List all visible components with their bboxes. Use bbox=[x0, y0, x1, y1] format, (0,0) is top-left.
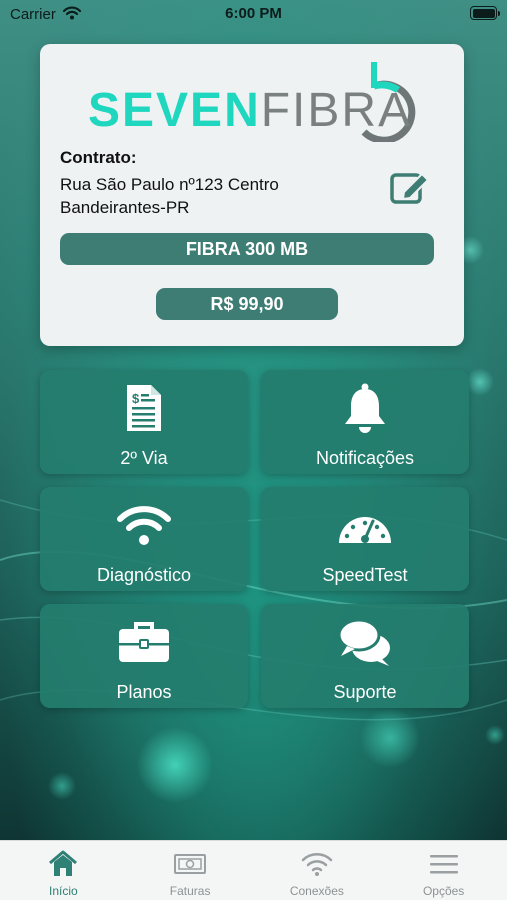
bell-icon bbox=[345, 383, 385, 433]
logo-text-seven: SEVEN bbox=[88, 84, 261, 137]
wifi-icon bbox=[301, 853, 333, 876]
contract-card: SEVENFIBRA Contrato: Rua São Paulo nº123… bbox=[40, 44, 464, 346]
contract-label: Contrato: bbox=[60, 148, 137, 167]
tile-label: Notificações bbox=[315, 448, 415, 468]
edit-icon bbox=[390, 172, 430, 204]
plans-tile[interactable]: Planos bbox=[40, 604, 248, 708]
status-time: 6:00 PM bbox=[225, 5, 282, 22]
tile-label: SpeedTest bbox=[322, 565, 408, 585]
speedometer-icon bbox=[339, 517, 391, 543]
tab-opcoes[interactable]: Opções bbox=[380, 841, 507, 900]
tab-label: Início bbox=[49, 884, 78, 898]
contract-address-line2: Bandeirantes-PR bbox=[60, 198, 190, 217]
support-tile[interactable]: Suporte bbox=[261, 604, 469, 708]
second-copy-tile[interactable]: $ 2º Via bbox=[40, 370, 248, 474]
status-bar: Carrier 6:00 PM bbox=[0, 0, 507, 28]
notifications-tile[interactable]: Notificações bbox=[261, 370, 469, 474]
wifi-icon bbox=[117, 506, 171, 545]
tile-label: Suporte bbox=[333, 682, 397, 702]
plan-badge: FIBRA 300 MB bbox=[60, 233, 434, 265]
bottom-tab-bar: Início Faturas Conexões Opções bbox=[0, 840, 507, 900]
speedtest-tile[interactable]: SpeedTest bbox=[261, 487, 469, 591]
battery-icon bbox=[470, 6, 500, 20]
price-badge: R$ 99,90 bbox=[156, 288, 338, 320]
sevenfibra-logo: SEVENFIBRA bbox=[88, 54, 418, 149]
menu-icon bbox=[429, 855, 458, 874]
invoice-document-icon: $ bbox=[127, 385, 161, 431]
tile-label: Diagnóstico bbox=[96, 565, 192, 585]
diagnostic-tile[interactable]: Diagnóstico bbox=[40, 487, 248, 591]
tab-label: Faturas bbox=[169, 884, 211, 898]
banknote-icon bbox=[174, 854, 207, 874]
home-icon bbox=[49, 850, 78, 876]
chat-bubbles-icon bbox=[337, 618, 390, 666]
tab-inicio[interactable]: Início bbox=[0, 841, 127, 900]
tab-conexoes[interactable]: Conexões bbox=[254, 841, 381, 900]
edit-contract-button[interactable] bbox=[388, 168, 432, 206]
briefcase-icon bbox=[119, 622, 169, 662]
tile-label: 2º Via bbox=[120, 448, 168, 468]
tab-label: Opções bbox=[422, 884, 465, 898]
tab-label: Conexões bbox=[289, 884, 344, 898]
svg-text:$: $ bbox=[132, 391, 140, 406]
contract-address-line1: Rua São Paulo nº123 Centro bbox=[60, 175, 279, 194]
tile-label: Planos bbox=[116, 682, 172, 702]
tab-faturas[interactable]: Faturas bbox=[127, 841, 254, 900]
logo-text-fibra: FIBRA bbox=[260, 84, 413, 137]
